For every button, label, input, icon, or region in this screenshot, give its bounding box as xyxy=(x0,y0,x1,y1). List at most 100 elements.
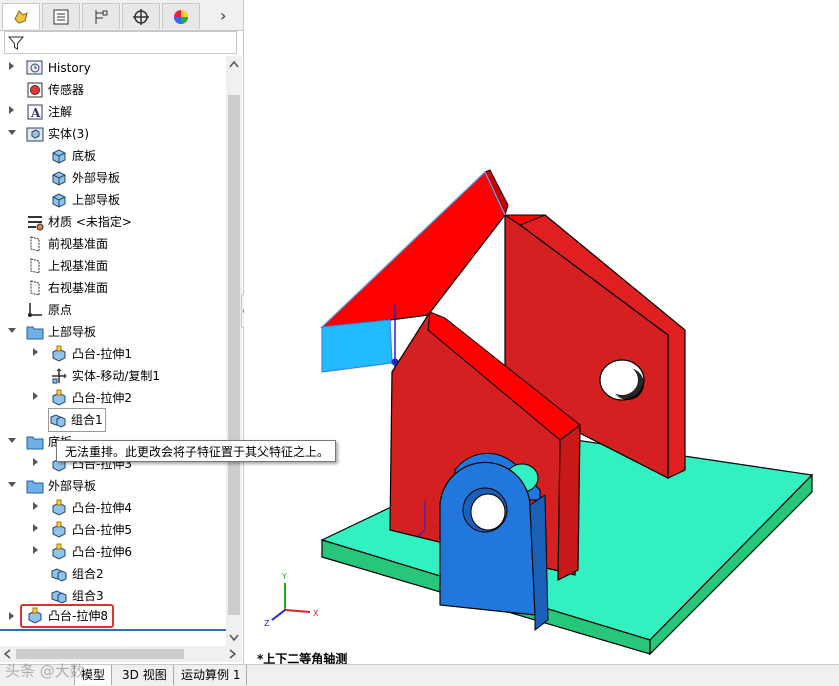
tree-item-label: 组合3 xyxy=(72,589,104,603)
tree-item-label: 凸台-拉伸4 xyxy=(72,501,132,515)
filter-field[interactable] xyxy=(4,31,237,54)
tree-item-material[interactable]: 材质 <未指定> xyxy=(26,211,132,233)
tree-item-sensors[interactable]: 传感器 xyxy=(26,79,84,101)
boss-extrude-icon xyxy=(52,521,66,538)
collapse-arrow-icon[interactable] xyxy=(8,438,16,443)
tree-item-combine1[interactable]: 组合1 xyxy=(48,408,106,432)
scroll-up-icon[interactable] xyxy=(229,60,239,68)
boss-extrude-icon xyxy=(52,543,66,560)
tree-item-label: 前视基准面 xyxy=(48,237,109,251)
filter-icon[interactable] xyxy=(8,35,24,51)
solid-body-icon xyxy=(52,171,66,186)
collapse-arrow-icon[interactable] xyxy=(8,328,16,333)
solid-bodies-folder-icon xyxy=(26,127,44,142)
tree-item-origin[interactable]: 原点 xyxy=(26,299,72,321)
boss-extrude-icon xyxy=(52,389,66,406)
tree-item-label: 凸台-拉伸1 xyxy=(72,347,132,361)
tree-item-label: 实体(3) xyxy=(48,127,89,141)
tree-item-top-plane[interactable]: 上视基准面 xyxy=(26,255,108,277)
tree-scrollbar-thumb[interactable] xyxy=(228,95,240,615)
triad-y-label: Y xyxy=(281,572,287,581)
tabs-expand-chevron-icon[interactable]: › xyxy=(220,6,226,25)
tree-item-move-copy1[interactable]: 实体-移动/复制1 xyxy=(50,365,160,387)
configuration-manager-icon[interactable] xyxy=(82,3,120,29)
graphics-area[interactable]: Y X Z xyxy=(244,0,839,664)
combine-icon xyxy=(50,414,66,428)
tree-item-boss1[interactable]: 凸台-拉伸1 xyxy=(50,343,132,365)
plane-icon xyxy=(30,236,40,252)
tab-motion-study[interactable]: 运动算例 1 xyxy=(175,665,248,685)
plane-icon xyxy=(30,258,40,274)
tree-item-label: 原点 xyxy=(48,303,73,317)
rollback-bar[interactable] xyxy=(0,629,226,631)
tree-item-label: 凸台-拉伸5 xyxy=(72,523,132,537)
tree-item-label: 上部导板 xyxy=(72,193,121,207)
feature-manager-icon[interactable] xyxy=(2,3,40,29)
manager-tabs: › xyxy=(0,0,243,31)
feature-tree: History 传感器 A 注解 实体(3) 底板 外部导板 上部导板 材质 <… xyxy=(0,56,226,634)
tree-item-folder-upper[interactable]: 上部导板 xyxy=(26,321,96,343)
display-manager-icon[interactable] xyxy=(162,3,200,29)
tree-item-label: 传感器 xyxy=(48,83,85,97)
scroll-right-icon[interactable] xyxy=(229,649,237,659)
tree-item-folder-outer[interactable]: 外部导板 xyxy=(26,475,96,497)
material-icon xyxy=(28,216,44,231)
svg-text:A: A xyxy=(30,106,41,120)
watermark: 头条 @大数... xyxy=(5,662,100,680)
view-triad-icon: Y X Z xyxy=(264,572,319,628)
combine-icon xyxy=(51,590,67,604)
tree-item-boss2[interactable]: 凸台-拉伸2 xyxy=(50,387,132,409)
collapse-arrow-icon[interactable] xyxy=(8,130,16,135)
scroll-left-icon[interactable] xyxy=(3,649,11,659)
dimxpert-icon[interactable] xyxy=(122,3,160,29)
tree-item-boss8[interactable]: 凸台-拉伸8 xyxy=(20,604,114,628)
expand-arrow-icon[interactable] xyxy=(9,106,14,114)
tree-item-combine2[interactable]: 组合2 xyxy=(50,563,104,585)
tree-item-body-base[interactable]: 底板 xyxy=(50,145,96,167)
boss-extrude-icon xyxy=(52,499,66,516)
boss-extrude-icon xyxy=(52,345,66,362)
triad-z-label: Z xyxy=(264,619,270,628)
bottom-tabs: 模型 3D 视图 运动算例 1 xyxy=(0,664,839,686)
tree-item-label: 右视基准面 xyxy=(48,281,109,295)
selected-face[interactable] xyxy=(321,319,393,373)
model-3d-view[interactable]: Y X Z xyxy=(244,0,839,664)
property-manager-icon[interactable] xyxy=(42,3,80,29)
scroll-down-icon[interactable] xyxy=(229,634,239,642)
tree-item-label: 材质 <未指定> xyxy=(48,215,132,229)
triad-x-label: X xyxy=(313,609,319,618)
tree-item-label: 凸台-拉伸8 xyxy=(48,609,108,623)
expand-arrow-icon[interactable] xyxy=(9,62,14,70)
folder-icon xyxy=(26,436,44,450)
expand-arrow-icon[interactable] xyxy=(33,348,38,356)
tree-hscroll-thumb[interactable] xyxy=(16,649,184,659)
boss-extrude-icon xyxy=(28,607,42,624)
clevis-bracket[interactable] xyxy=(439,452,549,632)
tree-item-annotations[interactable]: A 注解 xyxy=(26,101,72,123)
expand-arrow-icon[interactable] xyxy=(33,502,38,510)
tree-item-solid-bodies[interactable]: 实体(3) xyxy=(26,123,89,145)
tree-item-boss4[interactable]: 凸台-拉伸4 xyxy=(50,497,132,519)
plane-icon xyxy=(30,280,40,296)
solid-body-icon xyxy=(52,193,66,208)
tree-item-boss5[interactable]: 凸台-拉伸5 xyxy=(50,519,132,541)
tree-item-boss6[interactable]: 凸台-拉伸6 xyxy=(50,541,132,563)
tab-3d-view[interactable]: 3D 视图 xyxy=(116,665,174,685)
expand-arrow-icon[interactable] xyxy=(9,612,14,620)
tree-item-right-plane[interactable]: 右视基准面 xyxy=(26,277,108,299)
expand-arrow-icon[interactable] xyxy=(33,524,38,532)
collapse-arrow-icon[interactable] xyxy=(8,482,16,487)
tree-item-body-outer[interactable]: 外部导板 xyxy=(50,167,120,189)
tree-item-body-upper[interactable]: 上部导板 xyxy=(50,189,120,211)
expand-arrow-icon[interactable] xyxy=(33,392,38,400)
tree-item-history[interactable]: History xyxy=(26,57,91,79)
expand-arrow-icon[interactable] xyxy=(33,458,38,466)
tree-item-label: 实体-移动/复制1 xyxy=(72,369,161,383)
tree-item-label: 凸台-拉伸6 xyxy=(72,545,132,559)
tree-item-label: 底板 xyxy=(72,149,97,163)
tree-item-label: 外部导板 xyxy=(48,479,97,493)
move-copy-icon xyxy=(52,368,67,384)
expand-arrow-icon[interactable] xyxy=(33,546,38,554)
tooltip: 无法重排。此更改会将子特征置于其父特征之上。 xyxy=(56,440,336,462)
tree-item-front-plane[interactable]: 前视基准面 xyxy=(26,233,108,255)
